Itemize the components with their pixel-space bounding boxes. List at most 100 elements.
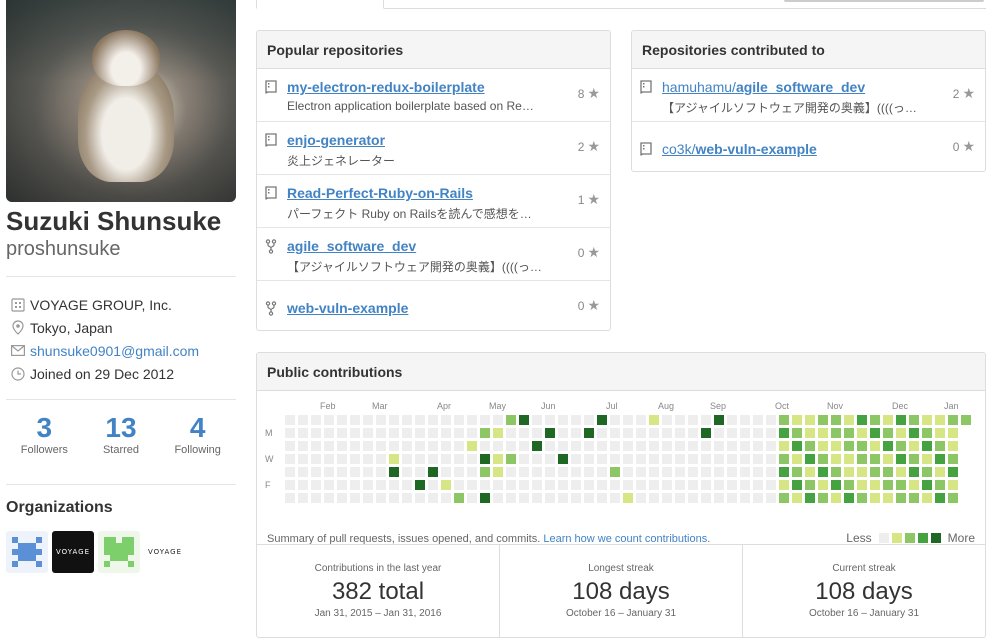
- contribution-day[interactable]: [714, 415, 724, 425]
- repo-stars[interactable]: 0 ★: [578, 244, 600, 261]
- contribution-day[interactable]: [363, 467, 373, 477]
- contribution-day[interactable]: [428, 467, 438, 477]
- contribution-day[interactable]: [610, 480, 620, 490]
- contribution-day[interactable]: [701, 493, 711, 503]
- contribution-day[interactable]: [454, 493, 464, 503]
- contribution-day[interactable]: [610, 454, 620, 464]
- contribution-day[interactable]: [857, 441, 867, 451]
- contribution-day[interactable]: [688, 454, 698, 464]
- contribution-day[interactable]: [688, 493, 698, 503]
- contribution-day[interactable]: [441, 493, 451, 503]
- contribution-day[interactable]: [922, 428, 932, 438]
- repo-link[interactable]: agile_software_dev: [287, 238, 416, 254]
- contribution-day[interactable]: [675, 493, 685, 503]
- contribution-day[interactable]: [844, 467, 854, 477]
- contribution-day[interactable]: [311, 428, 321, 438]
- contribution-day[interactable]: [480, 493, 490, 503]
- contribution-day[interactable]: [818, 441, 828, 451]
- contribution-day[interactable]: [454, 467, 464, 477]
- contribution-day[interactable]: [597, 441, 607, 451]
- contribution-day[interactable]: [350, 428, 360, 438]
- contribution-day[interactable]: [649, 415, 659, 425]
- contribution-day[interactable]: [805, 415, 815, 425]
- contribution-day[interactable]: [701, 454, 711, 464]
- contribution-day[interactable]: [571, 493, 581, 503]
- contribution-day[interactable]: [415, 415, 425, 425]
- repo-link[interactable]: hamuhamu/agile_software_dev: [662, 79, 865, 95]
- contribution-day[interactable]: [714, 454, 724, 464]
- contribution-day[interactable]: [701, 480, 711, 490]
- contribution-day[interactable]: [935, 415, 945, 425]
- contribution-day[interactable]: [701, 415, 711, 425]
- contribution-day[interactable]: [649, 467, 659, 477]
- contribution-day[interactable]: [896, 454, 906, 464]
- contribution-day[interactable]: [428, 441, 438, 451]
- contribution-day[interactable]: [376, 441, 386, 451]
- contribution-day[interactable]: [324, 493, 334, 503]
- contribution-day[interactable]: [922, 454, 932, 464]
- contribution-day[interactable]: [714, 441, 724, 451]
- contribution-day[interactable]: [506, 467, 516, 477]
- contribution-day[interactable]: [389, 441, 399, 451]
- contribution-day[interactable]: [350, 493, 360, 503]
- contribution-day[interactable]: [636, 493, 646, 503]
- starred-stat[interactable]: 13 Starred: [83, 414, 160, 457]
- contribution-day[interactable]: [753, 415, 763, 425]
- contribution-day[interactable]: [831, 428, 841, 438]
- contribution-day[interactable]: [623, 480, 633, 490]
- contribution-day[interactable]: [324, 467, 334, 477]
- contribution-day[interactable]: [298, 480, 308, 490]
- contribution-day[interactable]: [753, 467, 763, 477]
- contribution-day[interactable]: [532, 493, 542, 503]
- contribution-day[interactable]: [376, 467, 386, 477]
- contribution-day[interactable]: [467, 454, 477, 464]
- contribution-day[interactable]: [714, 467, 724, 477]
- contribution-day[interactable]: [597, 454, 607, 464]
- contribution-day[interactable]: [415, 428, 425, 438]
- contribution-day[interactable]: [727, 454, 737, 464]
- contribution-day[interactable]: [675, 441, 685, 451]
- contribution-day[interactable]: [363, 454, 373, 464]
- contribution-day[interactable]: [480, 454, 490, 464]
- contribution-day[interactable]: [831, 454, 841, 464]
- contribution-day[interactable]: [337, 493, 347, 503]
- contribution-day[interactable]: [740, 493, 750, 503]
- contribution-day[interactable]: [623, 441, 633, 451]
- contribution-day[interactable]: [922, 441, 932, 451]
- contribution-day[interactable]: [753, 480, 763, 490]
- contribution-day[interactable]: [688, 480, 698, 490]
- contribution-day[interactable]: [662, 428, 672, 438]
- contribution-day[interactable]: [831, 415, 841, 425]
- contribution-day[interactable]: [727, 441, 737, 451]
- contribution-day[interactable]: [493, 480, 503, 490]
- contribution-day[interactable]: [922, 480, 932, 490]
- contribution-day[interactable]: [311, 441, 321, 451]
- contribution-day[interactable]: [350, 415, 360, 425]
- contribution-day[interactable]: [740, 428, 750, 438]
- contribution-day[interactable]: [792, 428, 802, 438]
- contribution-day[interactable]: [766, 415, 776, 425]
- contribution-day[interactable]: [727, 428, 737, 438]
- contribution-day[interactable]: [428, 493, 438, 503]
- contribution-day[interactable]: [883, 480, 893, 490]
- contribution-day[interactable]: [948, 454, 958, 464]
- contribution-day[interactable]: [662, 415, 672, 425]
- contribution-day[interactable]: [584, 493, 594, 503]
- contribution-day[interactable]: [285, 480, 295, 490]
- contribution-day[interactable]: [532, 441, 542, 451]
- contribution-day[interactable]: [636, 454, 646, 464]
- contribution-day[interactable]: [636, 480, 646, 490]
- contribution-day[interactable]: [727, 493, 737, 503]
- contribution-day[interactable]: [506, 454, 516, 464]
- contribution-day[interactable]: [779, 415, 789, 425]
- contribution-day[interactable]: [545, 454, 555, 464]
- contribution-day[interactable]: [558, 441, 568, 451]
- contribution-day[interactable]: [883, 454, 893, 464]
- contribution-day[interactable]: [935, 467, 945, 477]
- contribution-day[interactable]: [571, 480, 581, 490]
- contribution-day[interactable]: [506, 493, 516, 503]
- contribution-day[interactable]: [831, 493, 841, 503]
- contribution-day[interactable]: [727, 467, 737, 477]
- contribution-day[interactable]: [428, 454, 438, 464]
- contribution-day[interactable]: [870, 441, 880, 451]
